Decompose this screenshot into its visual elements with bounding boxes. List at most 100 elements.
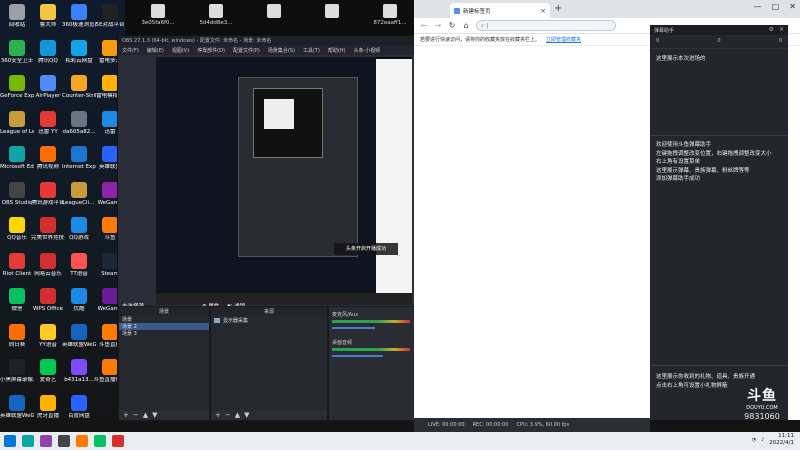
- chrome-like-icon[interactable]: [40, 435, 52, 447]
- settings-icon[interactable]: ⚙: [769, 26, 774, 33]
- tab-new-tab[interactable]: 新建标签页 ×: [450, 3, 550, 18]
- desktop-icon[interactable]: YY语音: [31, 323, 65, 349]
- desktop-icon[interactable]: 5E对战平台: [93, 4, 127, 29]
- volume-icon[interactable]: ♪: [761, 437, 764, 443]
- desktop-icon[interactable]: b431a13...: [62, 359, 96, 384]
- desktop-icon[interactable]: 360极速浏览器: [62, 4, 96, 29]
- edge-icon[interactable]: [22, 435, 34, 447]
- desktop-icon[interactable]: 向日葵: [0, 323, 34, 349]
- maximize-button[interactable]: □: [772, 2, 780, 11]
- obs-menu-item[interactable]: 头条·小视频: [354, 47, 381, 54]
- desktop-icon[interactable]: GeForce Experience: [0, 75, 34, 100]
- desktop-icon[interactable]: 腾讯QQ: [31, 39, 65, 65]
- obs-icon[interactable]: [58, 435, 70, 447]
- obs-menu-item[interactable]: 帮助(H): [328, 47, 346, 54]
- desktop-icon[interactable]: QQ游戏: [62, 217, 96, 242]
- desktop-icon[interactable]: 小黑屏幕录像工具: [0, 359, 34, 384]
- sources-dock: 来源 显示器采集 + − ▲ ▼: [210, 306, 328, 421]
- desktop-icon[interactable]: Counter-Strike Global Off...: [62, 75, 96, 100]
- obs-menu-item[interactable]: 场景集合(S): [268, 47, 295, 54]
- volume-slider[interactable]: [332, 327, 375, 329]
- desktop-icon[interactable]: 鲁大师: [31, 4, 65, 29]
- file-thumbnail[interactable]: 3e05fa6f0...: [135, 4, 181, 26]
- add-icon[interactable]: +: [123, 411, 129, 419]
- obs-menu-item[interactable]: 配置文件(P): [233, 47, 260, 54]
- volume-slider[interactable]: [332, 355, 383, 357]
- obs-window: OBS 27.1.3 (64-bit, windows) - 配置文件: 未命名…: [117, 35, 416, 421]
- file-thumbnail[interactable]: [251, 4, 297, 20]
- obs-menu-item[interactable]: 编辑(E): [147, 47, 164, 54]
- desktop-icon[interactable]: 和彩云网盘: [62, 39, 96, 65]
- clock[interactable]: 11:11 2022/4/1: [769, 433, 794, 447]
- app-icon: [102, 146, 118, 162]
- obs-menu-item[interactable]: 文件(F): [122, 47, 139, 54]
- file-thumbnail[interactable]: [309, 4, 355, 20]
- desktop-icon[interactable]: WPS Office: [31, 288, 65, 313]
- desktop-icon[interactable]: 虎牙直播: [31, 394, 65, 420]
- mixer-channel: 麦克风/Aux: [332, 311, 410, 335]
- minimize-button[interactable]: —: [754, 2, 762, 11]
- desktop-icon[interactable]: 腾讯视频: [31, 146, 65, 171]
- address-input[interactable]: |: [487, 23, 489, 29]
- close-icon[interactable]: ✕: [779, 26, 784, 33]
- desktop-icon[interactable]: OBS Studio: [0, 181, 34, 207]
- desktop-icon[interactable]: LeagueCli... 快捷方式: [62, 181, 96, 207]
- move-up-icon[interactable]: ▲: [235, 411, 240, 419]
- tab-close-icon[interactable]: ×: [540, 7, 546, 15]
- refresh-icon[interactable]: ↻: [448, 21, 456, 30]
- obs-menu-item[interactable]: 工具(T): [303, 47, 320, 54]
- scene-item[interactable]: 场景 3: [119, 330, 209, 337]
- desktop-icon[interactable]: QQ音乐: [0, 217, 34, 242]
- desktop-icon[interactable]: AirPlayer: [31, 75, 65, 100]
- source-item[interactable]: 显示器采集: [211, 316, 327, 325]
- app-icon: [9, 75, 25, 91]
- obs-menu-item[interactable]: 停靠部件(D): [197, 47, 225, 54]
- desktop-icon[interactable]: 微信: [0, 288, 34, 313]
- desktop-icon[interactable]: 爱奇艺: [31, 359, 65, 384]
- netease-icon[interactable]: [112, 435, 124, 447]
- file-thumbnail[interactable]: 5d4dd8e3...: [193, 4, 239, 26]
- desktop-icon[interactable]: da605a82...: [62, 110, 96, 136]
- obs-preview[interactable]: 头条开启开播成功: [156, 57, 412, 305]
- desktop-icon[interactable]: 百度网盘: [62, 394, 96, 420]
- file-thumbnail[interactable]: 872eaaff1...: [367, 4, 413, 26]
- manage-favorites-link[interactable]: 立即管理收藏夹: [546, 36, 581, 43]
- desktop-icon[interactable]: Internet Explorer: [62, 146, 96, 171]
- move-down-icon[interactable]: ▼: [152, 411, 157, 419]
- desktop-icon[interactable]: 英雄联盟WeGame版: [62, 323, 96, 349]
- desktop-icon[interactable]: 360安全卫士: [0, 39, 34, 65]
- desktop-icon-label: 爱奇艺: [39, 377, 57, 383]
- obs-menu-item[interactable]: 视图(V): [172, 47, 189, 54]
- scene-item[interactable]: 场景: [119, 316, 209, 323]
- desktop-icon[interactable]: 优酷: [62, 288, 96, 313]
- desktop-icon[interactable]: 迅雷 YY: [31, 110, 65, 136]
- remove-icon[interactable]: −: [225, 411, 231, 419]
- desktop-icon[interactable]: Riot Client: [0, 252, 34, 278]
- desktop-icon[interactable]: Microsoft Edge: [0, 146, 34, 171]
- network-icon[interactable]: ◔: [752, 437, 756, 443]
- remove-icon[interactable]: −: [133, 411, 139, 419]
- forward-icon[interactable]: →: [434, 21, 442, 30]
- desktop-icon[interactable]: 英雄联盟WeGame版: [0, 394, 34, 420]
- desktop-icon[interactable]: TT语音: [62, 252, 96, 278]
- desktop-icon[interactable]: 腾讯游戏平台: [31, 181, 65, 207]
- douyu-icon[interactable]: [76, 435, 88, 447]
- home-icon[interactable]: ⌂: [462, 21, 470, 30]
- new-tab-button[interactable]: +: [554, 3, 562, 14]
- windows-start-icon[interactable]: [4, 435, 16, 447]
- room-id: 9831060: [744, 412, 780, 421]
- wechat-icon[interactable]: [94, 435, 106, 447]
- danmaku-controls: ⚙ ✕: [769, 26, 784, 33]
- close-button[interactable]: ✕: [789, 2, 796, 11]
- desktop-icon[interactable]: 网易云音乐: [31, 252, 65, 278]
- move-down-icon[interactable]: ▼: [244, 411, 249, 419]
- desktop-icon[interactable]: 完美世界竞技平台: [31, 217, 65, 242]
- scene-item[interactable]: 场景 2: [119, 323, 209, 330]
- desktop-icon[interactable]: League of Legends: [0, 110, 34, 136]
- volume-meter: [332, 320, 410, 323]
- back-icon[interactable]: ←: [420, 21, 428, 30]
- desktop-icon[interactable]: 回收站: [0, 4, 34, 29]
- move-up-icon[interactable]: ▲: [143, 411, 148, 419]
- add-icon[interactable]: +: [215, 411, 221, 419]
- address-bar[interactable]: ⌕ |: [476, 20, 616, 31]
